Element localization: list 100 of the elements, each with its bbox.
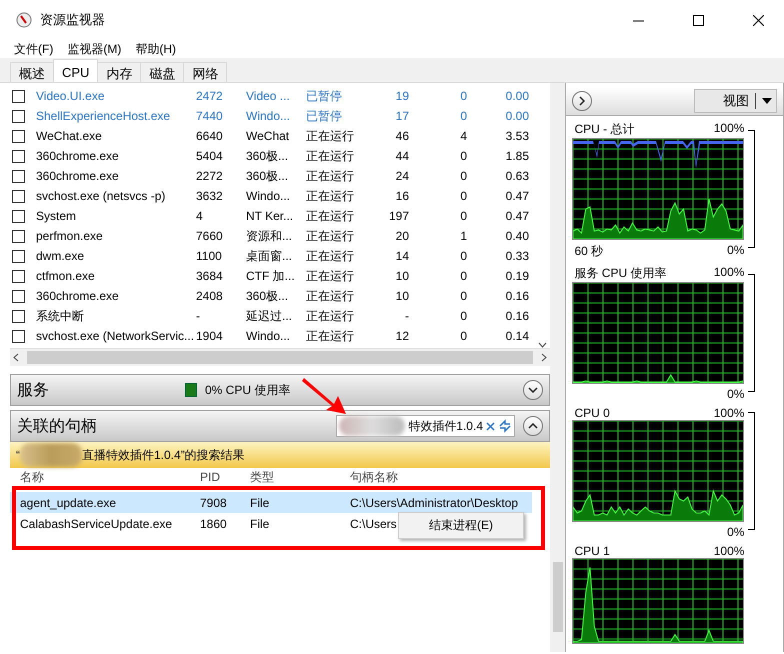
graph-max-label: 100% bbox=[714, 121, 744, 137]
table-cell-text: 360chrome.exe bbox=[35, 289, 120, 303]
dropdown-arrow-icon bbox=[762, 98, 772, 104]
table-cell-text: 20 bbox=[394, 229, 410, 243]
table-cell-text: NT Ker... bbox=[245, 209, 294, 223]
table-cell-text: 0.47 bbox=[504, 189, 530, 203]
table-cell-text: 0 bbox=[459, 89, 468, 103]
table-cell-text: Windo... bbox=[245, 329, 292, 343]
table-cell-text: 0.47 bbox=[504, 209, 530, 223]
column-header[interactable]: 句柄名称 bbox=[340, 468, 398, 486]
table-cell-text: File bbox=[249, 516, 270, 530]
table-cell-text: WeChat bbox=[245, 129, 290, 143]
checkbox[interactable] bbox=[12, 110, 25, 122]
table-cell-text: Windo... bbox=[245, 189, 292, 203]
checkbox[interactable] bbox=[12, 210, 25, 222]
table-cell-text: 正在运行 bbox=[305, 268, 355, 284]
table-cell-text: 0.16 bbox=[504, 309, 530, 323]
maximize-icon bbox=[692, 14, 704, 26]
table-cell-text: agent_update.exe bbox=[19, 496, 116, 510]
table-cell-text: 24 bbox=[394, 169, 410, 183]
handles-header[interactable]: 关联的句柄 特效插件1.0.4 bbox=[10, 410, 550, 442]
table-cell-text: 14 bbox=[394, 249, 410, 263]
services-header[interactable]: 服务 0% CPU 使用率 bbox=[10, 374, 550, 406]
table-cell-text: 正在运行 bbox=[305, 288, 355, 304]
expand-button[interactable] bbox=[523, 380, 543, 400]
vertical-scrollbar[interactable] bbox=[550, 83, 566, 652]
tab[interactable]: 概述 bbox=[10, 62, 54, 82]
scroll-right-icon[interactable] bbox=[541, 353, 547, 362]
table-cell-text: 4 bbox=[195, 209, 204, 223]
table-cell-text: 44 bbox=[394, 149, 410, 163]
tab[interactable]: 内存 bbox=[97, 62, 142, 82]
table-cell-text: 3684 bbox=[195, 269, 224, 283]
table-cell-text: 2272 bbox=[195, 169, 224, 183]
checkbox[interactable] bbox=[12, 190, 25, 202]
table-cell-text: Video ... bbox=[245, 89, 291, 103]
table-cell-text: 0 bbox=[459, 269, 468, 283]
table-cell-text: 正在运行 bbox=[305, 308, 355, 324]
horizontal-scrollbar[interactable] bbox=[10, 348, 550, 366]
menu-item[interactable]: 帮助(H) bbox=[135, 40, 176, 58]
refresh-icon[interactable] bbox=[498, 419, 512, 433]
column-header[interactable]: PID bbox=[190, 470, 220, 484]
graph-max-label: 100% bbox=[714, 544, 744, 558]
tab[interactable]: 磁盘 bbox=[140, 62, 184, 82]
checkbox[interactable] bbox=[12, 310, 25, 322]
table-cell-text: 1 bbox=[459, 229, 468, 243]
column-header[interactable]: 名称 bbox=[10, 468, 44, 486]
checkbox[interactable] bbox=[12, 130, 25, 142]
table-cell-text: 正在运行 bbox=[305, 208, 355, 224]
checkbox[interactable] bbox=[12, 290, 25, 302]
checkbox[interactable] bbox=[12, 250, 25, 262]
collapse-button[interactable] bbox=[523, 416, 543, 436]
table-cell-text: 0 bbox=[459, 209, 468, 223]
table-cell-text: CTF 加... bbox=[245, 268, 296, 284]
graph-title: CPU 1 bbox=[574, 544, 610, 558]
view-dropdown[interactable]: 视图 bbox=[694, 89, 777, 113]
tab[interactable]: 网络 bbox=[183, 62, 228, 82]
scroll-left-icon[interactable] bbox=[13, 353, 19, 362]
menu-item[interactable]: 结束进程(E) bbox=[429, 517, 493, 534]
checkbox[interactable] bbox=[12, 150, 25, 162]
table-cell-text: ShellExperienceHost.exe bbox=[35, 109, 172, 123]
table-cell-text: WeChat.exe bbox=[35, 129, 103, 143]
column-header[interactable]: 类型 bbox=[240, 468, 274, 486]
blurred-region bbox=[20, 443, 82, 467]
table-cell-text: 5404 bbox=[195, 149, 224, 163]
table-cell-text: 0.33 bbox=[504, 249, 530, 263]
table-cell-text: 2408 bbox=[195, 289, 224, 303]
scroll-down-icon[interactable] bbox=[538, 342, 547, 348]
checkbox[interactable] bbox=[12, 170, 25, 182]
checkbox[interactable] bbox=[12, 90, 25, 102]
checkbox[interactable] bbox=[12, 270, 25, 282]
table-cell-text: 正在运行 bbox=[305, 128, 355, 144]
expand-panel-button[interactable] bbox=[572, 91, 592, 111]
clear-icon[interactable] bbox=[486, 422, 495, 430]
menu-item[interactable]: 文件(F) bbox=[14, 40, 54, 58]
menu-item[interactable]: 监视器(M) bbox=[67, 40, 122, 58]
table-cell-text: C:\Users\Administrator\Desktop bbox=[349, 496, 518, 510]
table-cell-text: 17 bbox=[394, 109, 410, 123]
table-cell-text: 0.19 bbox=[504, 269, 530, 283]
search-field[interactable]: 特效插件1.0.4 bbox=[336, 415, 515, 437]
table-cell-text: 1.85 bbox=[504, 149, 530, 163]
checkbox[interactable] bbox=[12, 230, 25, 242]
checkbox[interactable] bbox=[12, 330, 25, 342]
window-title: 资源监视器 bbox=[40, 11, 106, 29]
table-cell-text: 12 bbox=[394, 329, 410, 343]
table-cell-text: 7908 bbox=[199, 496, 227, 510]
tab[interactable]: CPU bbox=[53, 59, 98, 82]
table-cell-text: 正在运行 bbox=[305, 328, 355, 344]
table-cell-text: 4 bbox=[459, 129, 468, 143]
table-cell-text: 1100 bbox=[195, 249, 223, 263]
table-cell-text: 360chrome.exe bbox=[35, 149, 120, 163]
table-cell-text: 0 bbox=[459, 149, 468, 163]
table-cell-text: 桌面窗... bbox=[245, 248, 294, 264]
table-cell-text: 正在运行 bbox=[305, 168, 355, 184]
table-cell-text: dwm.exe bbox=[35, 249, 86, 263]
graph-time-label: 60 秒 bbox=[574, 243, 604, 260]
table-cell-text: 0 bbox=[459, 109, 468, 123]
table-cell-text: 19 bbox=[394, 89, 410, 103]
graph-min-label: 0% bbox=[727, 243, 744, 259]
table-cell-text: 7660 bbox=[195, 229, 224, 243]
table-cell-text: 10 bbox=[394, 289, 410, 303]
